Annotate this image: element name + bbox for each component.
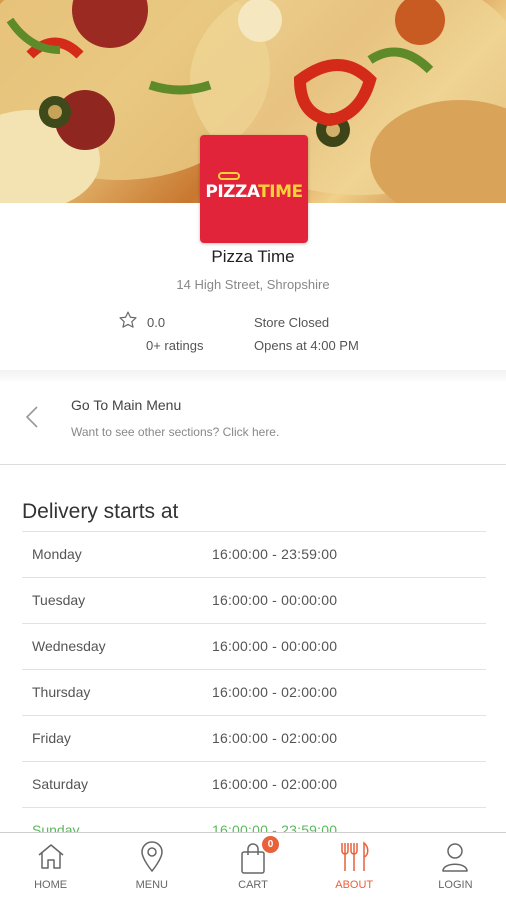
store-status: Store Closed [254,315,330,330]
tab-label: LOGIN [438,879,473,891]
time-range: 16:00:00 - 02:00:00 [212,684,338,700]
star-icon [119,311,137,328]
time-range: 16:00:00 - 23:59:00 [212,546,338,562]
home-icon [38,844,64,869]
tab-label: MENU [135,879,168,891]
store-logo: PIZZATIME [200,135,308,243]
day-label: Friday [32,730,71,746]
tab-label: ABOUT [335,879,374,891]
day-label: Thursday [32,684,91,700]
go-to-main-menu-link[interactable]: Go To Main Menu Want to see other sectio… [0,370,506,465]
rating-value: 0.0 [147,315,166,330]
day-label: Wednesday [32,638,106,654]
time-range: 16:00:00 - 02:00:00 [212,776,338,792]
time-range: 16:00:00 - 00:00:00 [212,638,338,654]
main-menu-subtitle: Want to see other sections? Click here. [71,425,280,439]
time-range: 16:00:00 - 00:00:00 [212,592,338,608]
tab-login[interactable]: LOGIN [405,833,506,900]
fork-knife-icon [341,841,369,871]
tab-label: CART [238,879,268,891]
store-name: Pizza Time [211,247,295,266]
location-pin-icon [141,841,163,873]
day-label: Tuesday [32,592,86,608]
tab-home[interactable]: HOME [0,833,101,900]
bottom-tab-bar: HOME MENU CART ABOUT LOGIN [0,832,506,900]
tab-cart[interactable]: CART [202,833,303,900]
delivery-hours-table: Monday 16:00:00 - 23:59:00 Tuesday 16:00… [22,531,486,853]
time-range: 16:00:00 - 02:00:00 [212,730,338,746]
tab-label: HOME [34,879,68,891]
ratings-count: 0+ ratings [146,338,204,353]
tab-menu[interactable]: MENU [101,833,202,900]
table-row: Saturday 16:00:00 - 02:00:00 [22,761,486,807]
store-opening-time: Opens at 4:00 PM [254,338,359,353]
table-row: Friday 16:00:00 - 02:00:00 [22,715,486,761]
day-label: Monday [32,546,82,562]
tab-about[interactable]: ABOUT [304,833,405,900]
table-row: Monday 16:00:00 - 23:59:00 [22,531,486,577]
main-menu-title: Go To Main Menu [71,397,182,413]
cart-count-badge: 0 [262,836,279,853]
delivery-section-title: Delivery starts at [22,500,179,523]
chevron-left-icon [25,406,38,428]
day-label: Saturday [32,776,89,792]
table-row: Thursday 16:00:00 - 02:00:00 [22,669,486,715]
user-icon [442,843,469,872]
store-address: 14 High Street, Shropshire [176,277,330,292]
table-row: Tuesday 16:00:00 - 00:00:00 [22,577,486,623]
table-row: Wednesday 16:00:00 - 00:00:00 [22,623,486,669]
scooter-icon [218,172,240,180]
